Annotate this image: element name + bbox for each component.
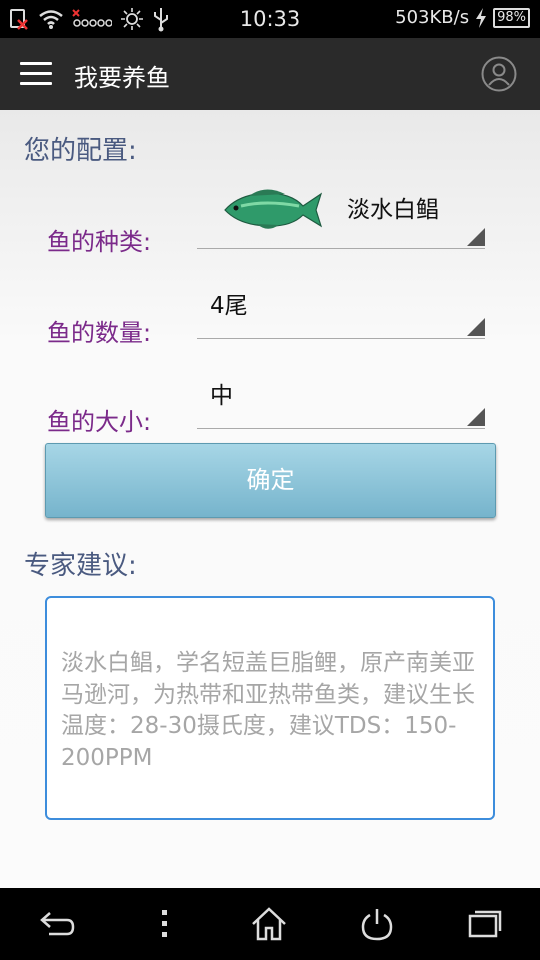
status-bar: 10:33 503KB/s 98% [0,0,540,38]
home-icon[interactable] [249,906,289,942]
power-icon[interactable] [357,906,397,942]
count-label: 鱼的数量: [47,319,152,347]
app-title: 我要养鱼 [74,64,170,92]
network-speed: 503KB/s [395,7,470,28]
charging-icon [476,7,487,28]
menu-dots-icon[interactable] [145,906,185,942]
dropdown-arrow-icon [467,318,485,336]
species-value: 淡水白鲳 [347,197,439,223]
count-value: 4尾 [210,293,248,319]
recents-icon[interactable] [465,906,505,942]
species-label: 鱼的种类: [47,228,152,256]
navigation-bar [0,888,540,960]
count-select[interactable]: 4尾 [197,276,485,339]
app-bar: 我要养鱼 [0,38,540,110]
status-right: 503KB/s 98% [395,7,530,28]
advice-box[interactable]: 淡水白鲳，学名短盖巨脂鲤，原产南美亚马逊河，为热带和亚热带鱼类，建议生长温度：2… [45,596,495,820]
account-icon[interactable] [481,56,517,92]
menu-icon[interactable] [20,62,52,86]
species-select[interactable]: 淡水白鲳 [197,174,485,249]
fish-thumbnail [224,189,323,229]
battery-icon: 98% [493,7,530,28]
confirm-button[interactable]: 确定 [45,443,496,518]
back-icon[interactable] [37,906,77,942]
dropdown-arrow-icon [467,228,485,246]
config-heading: 您的配置: [24,136,137,166]
advice-text: 淡水白鲳，学名短盖巨脂鲤，原产南美亚马逊河，为热带和亚热带鱼类，建议生长温度：2… [61,650,475,771]
size-label: 鱼的大小: [47,408,152,436]
content-area: 您的配置: 鱼的种类: 淡水白鲳 鱼的数量: 4尾 鱼的大小: 中 确定 专家建… [0,110,540,888]
dropdown-arrow-icon [467,408,485,426]
advice-heading: 专家建议: [24,551,137,581]
size-value: 中 [210,383,233,409]
size-select[interactable]: 中 [197,366,485,429]
